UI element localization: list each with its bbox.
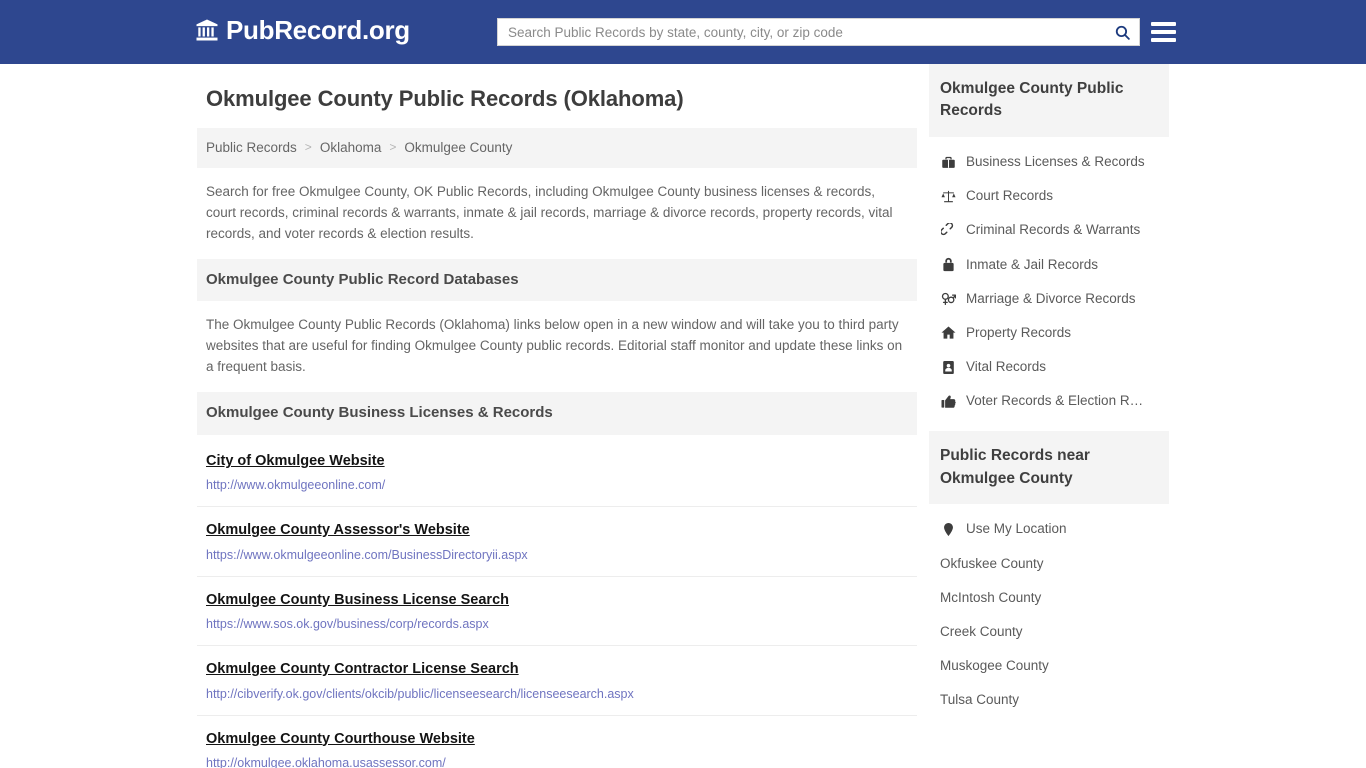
- page-body: Okmulgee County Public Records (Oklahoma…: [0, 64, 1366, 768]
- breadcrumb-item-okmulgee-county: Okmulgee County: [404, 140, 513, 156]
- search-bar: [497, 18, 1140, 46]
- sidebar-item-court-records[interactable]: Court Records: [929, 179, 1169, 213]
- nearby-county-creek[interactable]: Creek County: [929, 615, 1169, 649]
- databases-heading: Okmulgee County Public Record Databases: [197, 258, 917, 302]
- nearby-county-okfuskee[interactable]: Okfuskee County: [929, 547, 1169, 581]
- breadcrumb: Public Records > Oklahoma > Okmulgee Cou…: [197, 128, 917, 168]
- records-panel-title: Okmulgee County Public Records: [929, 64, 1169, 137]
- sidebar-item-business-licenses[interactable]: Business Licenses & Records: [929, 145, 1169, 179]
- use-my-location-button[interactable]: Use My Location: [929, 512, 1169, 546]
- nearby-panel: Public Records near Okmulgee County Use …: [929, 431, 1169, 717]
- records-panel: Okmulgee County Public Records Business …: [929, 64, 1169, 418]
- record-link-url[interactable]: http://okmulgee.oklahoma.usassessor.com/: [206, 756, 908, 768]
- sidebar-item-label: Criminal Records & Warrants: [966, 222, 1141, 238]
- home-icon: [940, 325, 957, 341]
- briefcase-icon: [940, 154, 957, 170]
- list-item: Okmulgee County Courthouse Website http:…: [197, 716, 917, 768]
- business-licenses-heading: Okmulgee County Business Licenses & Reco…: [197, 392, 917, 435]
- records-panel-list: Business Licenses & Records Court Record…: [929, 137, 1169, 419]
- map-pin-icon: [940, 521, 957, 537]
- bank-building-icon: [195, 18, 219, 42]
- sidebar-item-label: Business Licenses & Records: [966, 153, 1145, 169]
- content-container: Okmulgee County Public Records (Oklahoma…: [197, 64, 1169, 768]
- page-title: Okmulgee County Public Records (Oklahoma…: [206, 86, 684, 111]
- hamburger-menu-icon[interactable]: [1151, 20, 1176, 44]
- panel-spacer: [929, 418, 1169, 431]
- nearby-county-mcintosh[interactable]: McIntosh County: [929, 581, 1169, 615]
- record-link-title[interactable]: City of Okmulgee Website: [206, 453, 385, 470]
- record-link-url[interactable]: http://www.okmulgeeonline.com/: [206, 478, 908, 493]
- hamburger-bar-1: [1151, 22, 1176, 26]
- list-item: Okmulgee County Contractor License Searc…: [197, 646, 917, 716]
- main-column: Okmulgee County Public Records (Oklahoma…: [197, 64, 917, 768]
- intro-paragraph: Search for free Okmulgee County, OK Publ…: [206, 183, 893, 241]
- sidebar-item-label: Court Records: [966, 188, 1054, 204]
- use-my-location-label: Use My Location: [966, 521, 1067, 537]
- record-link-title[interactable]: Okmulgee County Contractor License Searc…: [206, 661, 519, 678]
- record-link-url[interactable]: http://cibverify.ok.gov/clients/okcib/pu…: [206, 687, 908, 702]
- list-item: Okmulgee County Business License Search …: [197, 577, 917, 647]
- list-item: Okmulgee County Assessor's Website https…: [197, 507, 917, 577]
- hamburger-bar-3: [1151, 38, 1176, 42]
- breadcrumb-separator: >: [304, 140, 312, 155]
- breadcrumb-item-oklahoma[interactable]: Oklahoma: [320, 139, 382, 157]
- site-header: PubRecord.org: [0, 0, 1366, 64]
- balance-scale-icon: [940, 188, 957, 204]
- brand-name: PubRecord.org: [226, 15, 410, 45]
- breadcrumb-separator: >: [389, 140, 397, 155]
- venus-mars-icon: [940, 291, 957, 307]
- sidebar-item-label: Inmate & Jail Records: [966, 256, 1099, 272]
- brand-logo-link[interactable]: PubRecord.org: [195, 17, 410, 43]
- handcuffs-icon: [940, 222, 957, 238]
- record-link-list: City of Okmulgee Website http://www.okmu…: [197, 435, 917, 768]
- sidebar-item-label: Voter Records & Election R…: [966, 393, 1144, 409]
- record-link-url[interactable]: https://www.sos.ok.gov/business/corp/rec…: [206, 617, 908, 632]
- hamburger-bar-2: [1151, 30, 1176, 34]
- sidebar-item-vital-records[interactable]: Vital Records: [929, 350, 1169, 384]
- record-link-title[interactable]: Okmulgee County Assessor's Website: [206, 522, 470, 539]
- list-item: City of Okmulgee Website http://www.okmu…: [197, 435, 917, 508]
- record-link-title[interactable]: Okmulgee County Courthouse Website: [206, 731, 475, 748]
- record-link-title[interactable]: Okmulgee County Business License Search: [206, 592, 509, 609]
- record-link-url[interactable]: https://www.okmulgeeonline.com/BusinessD…: [206, 548, 908, 563]
- nearby-county-muskogee[interactable]: Muskogee County: [929, 649, 1169, 683]
- search-button[interactable]: [1105, 19, 1139, 45]
- sidebar-item-marriage-divorce-records[interactable]: Marriage & Divorce Records: [929, 282, 1169, 316]
- nearby-county-tulsa[interactable]: Tulsa County: [929, 683, 1169, 717]
- sidebar-item-label: Marriage & Divorce Records: [966, 290, 1136, 306]
- search-icon: [1114, 24, 1131, 41]
- id-card-icon: [940, 359, 957, 375]
- nearby-panel-list: Use My Location Okfuskee County McIntosh…: [929, 504, 1169, 717]
- sidebar-item-inmate-jail-records[interactable]: Inmate & Jail Records: [929, 248, 1169, 282]
- breadcrumb-item-public-records[interactable]: Public Records: [206, 139, 297, 157]
- sidebar-item-label: Vital Records: [966, 359, 1047, 375]
- nearby-panel-title: Public Records near Okmulgee County: [929, 431, 1169, 505]
- sidebar-item-property-records[interactable]: Property Records: [929, 316, 1169, 350]
- lock-icon: [940, 257, 957, 273]
- thumbs-up-icon: [940, 393, 957, 409]
- sidebar-item-criminal-records[interactable]: Criminal Records & Warrants: [929, 213, 1169, 247]
- sidebar-item-voter-records[interactable]: Voter Records & Election R…: [929, 384, 1169, 418]
- sidebar: Okmulgee County Public Records Business …: [917, 64, 1169, 768]
- sidebar-item-label: Property Records: [966, 324, 1072, 340]
- databases-paragraph: The Okmulgee County Public Records (Okla…: [206, 317, 903, 375]
- search-input[interactable]: [498, 19, 1105, 45]
